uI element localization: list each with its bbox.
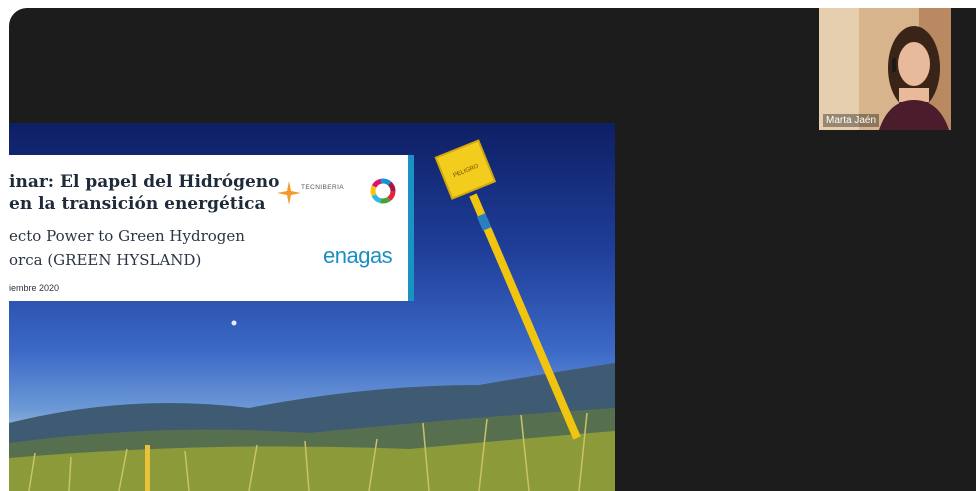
slide-title-card: inar: El papel del Hidrógeno en la trans…: [9, 155, 414, 301]
participant-video: [819, 8, 951, 130]
slide-date: iembre 2020: [9, 283, 60, 293]
sdg-wheel-icon: [370, 178, 396, 204]
enagas-logo: enagas: [323, 243, 393, 268]
meeting-window: PELIGRO inar: El papel del Hidrógeno en …: [9, 8, 976, 491]
slide-title-line1: inar: El papel del Hidrógeno: [9, 172, 280, 192]
pole-band: [476, 213, 492, 231]
tecniberia-logo-text: TECNIBERIA: [301, 184, 345, 191]
participant-video-tile[interactable]: Marta Jaén: [819, 8, 951, 130]
slide-title-line2: en la transición energética: [9, 194, 266, 214]
face: [898, 42, 930, 86]
warning-sign: PELIGRO: [434, 139, 497, 200]
headset-icon: [892, 58, 896, 72]
moon: [231, 320, 237, 326]
slide-subtitle-line1: ecto Power to Green Hydrogen: [9, 227, 245, 245]
participant-name-label: Marta Jaén: [823, 114, 880, 127]
small-marker-post: [145, 445, 150, 491]
slide-subtitle-line2: orca (GREEN HYSLAND): [9, 251, 202, 269]
shared-screen-slide: PELIGRO inar: El papel del Hidrógeno en …: [9, 123, 615, 491]
